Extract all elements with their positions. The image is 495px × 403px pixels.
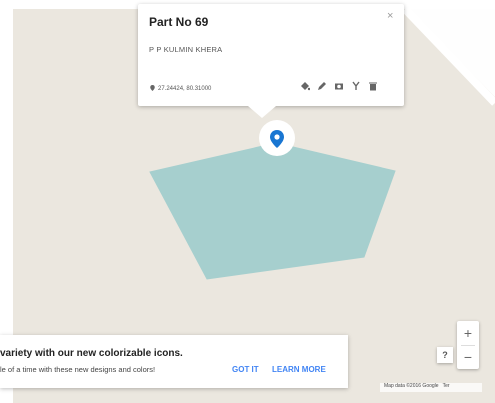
got-it-button[interactable]: GOT IT bbox=[232, 365, 259, 374]
info-window-pointer bbox=[248, 106, 276, 118]
info-subtitle: P P KULMIN KHERA bbox=[149, 45, 223, 54]
zoom-out-button[interactable]: − bbox=[457, 345, 479, 369]
banner-body: le of a time with these new designs and … bbox=[0, 365, 156, 374]
zoom-in-button[interactable]: + bbox=[457, 321, 479, 345]
info-toolbar bbox=[300, 81, 378, 91]
pencil-icon[interactable] bbox=[317, 81, 327, 91]
promo-banner: variety with our new colorizable icons. … bbox=[0, 335, 348, 388]
terms-link[interactable]: Ter bbox=[443, 383, 450, 389]
route-icon[interactable] bbox=[351, 81, 361, 91]
learn-more-button[interactable]: LEARN MORE bbox=[272, 365, 326, 374]
small-pin-icon bbox=[150, 85, 155, 91]
paint-bucket-icon[interactable] bbox=[300, 81, 310, 91]
map-attribution: Map data ©2016 Google Ter bbox=[380, 383, 482, 392]
map-data-text: Map data ©2016 Google bbox=[384, 383, 439, 389]
map-pin-icon bbox=[270, 130, 284, 148]
banner-headline: variety with our new colorizable icons. bbox=[0, 348, 183, 359]
coordinates-readout: 27.24424, 80.31000 bbox=[150, 85, 211, 92]
coordinates-text: 27.24424, 80.31000 bbox=[158, 86, 212, 92]
trash-icon[interactable] bbox=[368, 81, 378, 91]
info-window: Part No 69 × P P KULMIN KHERA 27.24424, … bbox=[138, 4, 404, 106]
info-title: Part No 69 bbox=[149, 15, 209, 29]
close-icon[interactable]: × bbox=[387, 10, 393, 22]
location-marker[interactable] bbox=[259, 120, 295, 156]
camera-icon[interactable] bbox=[334, 81, 344, 91]
help-button[interactable]: ? bbox=[437, 347, 453, 363]
zoom-control: + − bbox=[457, 321, 479, 369]
